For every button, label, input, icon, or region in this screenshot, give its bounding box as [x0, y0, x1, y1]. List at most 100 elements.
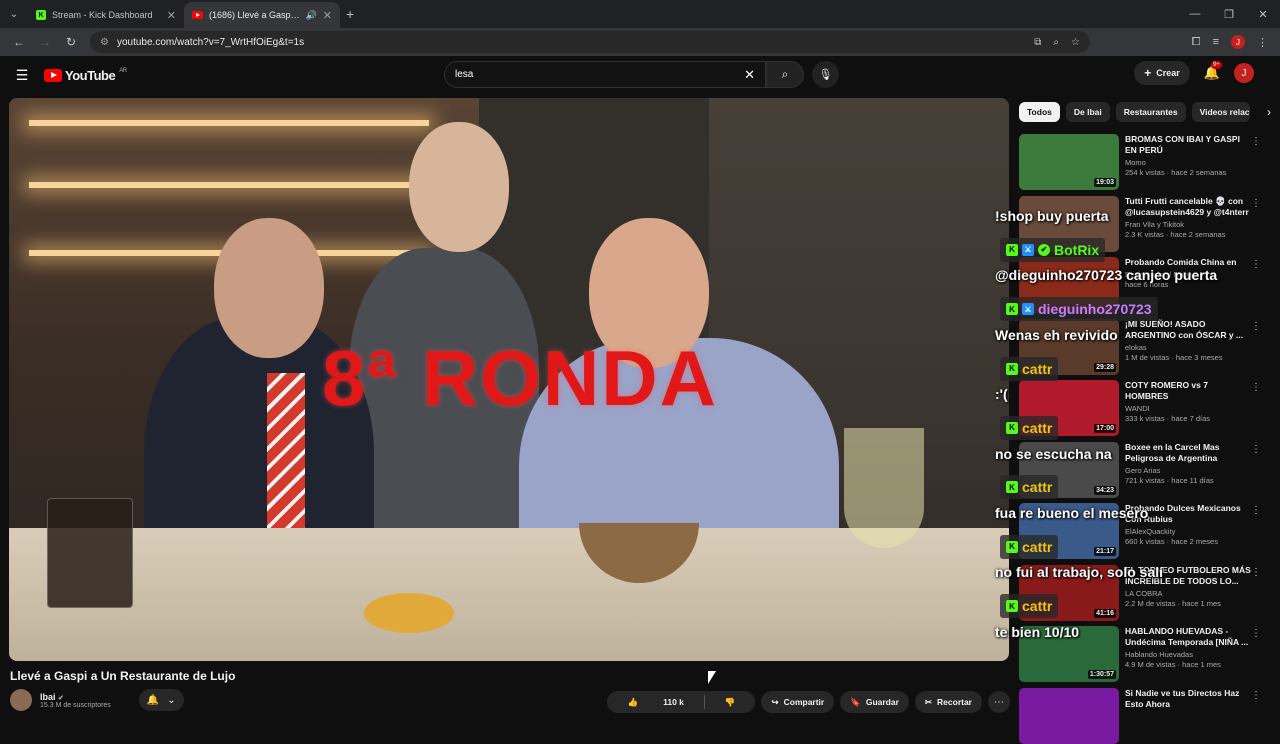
recommended-channel[interactable]: elokas — [1125, 343, 1253, 352]
more-options-icon[interactable]: ⋮ — [1251, 505, 1261, 516]
extensions-icon[interactable]: ⧠ — [1192, 36, 1201, 49]
recommended-channel[interactable]: Gero Arias — [1125, 466, 1253, 475]
close-tab-icon[interactable]: ✕ — [323, 9, 332, 22]
reload-icon[interactable]: ↻ — [58, 29, 84, 55]
recommended-channel[interactable]: Fran Vila y Tikitok — [1125, 220, 1253, 229]
subscribed-bell-button[interactable]: 🔔 ⌄ — [138, 689, 184, 711]
tab-search-icon[interactable]: ⌄ — [0, 0, 28, 28]
chip-de-ibai[interactable]: De Ibai — [1065, 102, 1110, 122]
back-icon[interactable]: ← — [6, 29, 32, 55]
more-options-icon[interactable]: ⋮ — [1251, 628, 1261, 639]
chat-username: K ⚔ ✔ BotRix — [1000, 237, 1106, 262]
channel-avatar[interactable] — [10, 689, 32, 711]
restore-icon[interactable]: ❐ — [1212, 0, 1246, 28]
close-window-icon[interactable]: ✕ — [1246, 0, 1280, 28]
recommended-title[interactable]: Si Nadie ve tus Directos Haz Esto Ahora — [1125, 688, 1253, 710]
chip-restaurantes[interactable]: Restaurantes — [1115, 102, 1186, 122]
share-button[interactable]: ↪ Compartir — [761, 691, 835, 713]
recommended-title[interactable]: ¡MI SUEÑO! ASADO ARGENTINO con ÓSCAR y .… — [1125, 319, 1253, 341]
more-options-icon[interactable]: ⋮ — [1251, 198, 1261, 209]
recommended-channel[interactable]: LA COBRA — [1125, 589, 1253, 598]
channel-name[interactable]: Ibai ✔ — [40, 692, 111, 702]
recommended-views: 333 k vistas · hace 7 días — [1125, 414, 1211, 423]
chat-username-text: BotRix — [1054, 241, 1100, 258]
recommended-title[interactable]: Boxee en la Carcel Mas Peligrosa de Arge… — [1125, 442, 1253, 464]
more-options-icon[interactable]: ⋮ — [1251, 690, 1261, 701]
tab-youtube-video[interactable]: (1686) Llevé a Gaspi a Un Restaurante de… — [184, 2, 340, 28]
like-button[interactable]: 👍 110 k — [607, 697, 703, 708]
video-duration: 21:17 — [1094, 547, 1116, 556]
install-app-icon[interactable]: ⧉ — [1034, 37, 1041, 48]
thumbs-up-icon: 👍 — [627, 696, 639, 707]
more-options-icon[interactable]: ⋮ — [1251, 136, 1261, 147]
account-avatar[interactable]: J — [1234, 63, 1254, 83]
video-player[interactable]: 8ª RONDA — [9, 98, 1009, 661]
channel-name-text: Ibai — [40, 691, 56, 702]
zoom-icon[interactable]: ⌕ — [1053, 37, 1059, 48]
kick-favicon-icon: K — [36, 10, 46, 20]
bell-icon: 🔔 — [146, 694, 160, 706]
recommended-channel[interactable]: ElAlexQuackity — [1125, 527, 1253, 536]
recommended-channel[interactable]: Hablando Huevadas — [1125, 650, 1253, 659]
recommended-video[interactable]: Si Nadie ve tus Directos Haz Esto Ahora ⋮ — [1019, 687, 1271, 744]
recommended-views: 2.2 M de vistas · hace 1 mes — [1125, 598, 1221, 608]
create-button[interactable]: + Crear — [1134, 61, 1190, 85]
bookmark-star-icon[interactable]: ☆ — [1071, 37, 1080, 48]
browser-profile-avatar[interactable]: J — [1231, 35, 1245, 49]
video-thumbnail[interactable]: 19:03 — [1019, 134, 1119, 190]
omnibox[interactable]: ⚙ youtube.com/watch?v=7_WrtHfOiEg&t=1s ⧉… — [90, 31, 1090, 53]
more-options-icon[interactable]: ⋮ — [1251, 259, 1261, 270]
recommended-title[interactable]: COTY ROMERO vs 7 HOMBRES — [1125, 380, 1253, 402]
recommended-title[interactable]: HABLANDO HUEVADAS - Undécima Temporada [… — [1125, 626, 1253, 648]
site-info-icon[interactable]: ⚙ — [100, 37, 109, 48]
recommended-channel[interactable]: Momo — [1125, 158, 1253, 167]
menu-icon[interactable]: ☰ — [0, 67, 44, 84]
video-thumbnail[interactable] — [1019, 687, 1119, 744]
clip-button[interactable]: ✂ Recortar — [914, 691, 982, 713]
forward-icon[interactable]: → — [32, 29, 58, 55]
recommended-title[interactable]: BROMAS CON IBAI Y GASPI EN PERÚ — [1125, 134, 1253, 156]
search-input[interactable] — [455, 69, 745, 80]
reading-list-icon[interactable]: ≡ — [1213, 36, 1219, 48]
clear-search-icon[interactable]: ✕ — [744, 67, 755, 83]
mouse-cursor — [708, 671, 716, 684]
minimize-icon[interactable]: — — [1178, 0, 1212, 28]
chip-todos[interactable]: Todos — [1019, 102, 1060, 122]
audio-playing-icon[interactable]: 🔊 — [306, 10, 317, 21]
channel-row: Ibai ✔ 15.3 M de suscriptores 🔔 ⌄ — [10, 689, 184, 711]
recommended-views: 721 k vistas · hace 11 días — [1125, 475, 1214, 485]
more-options-icon[interactable]: ⋮ — [1251, 444, 1261, 455]
recommended-video[interactable]: 19:03 BROMAS CON IBAI Y GASPI EN PERÚ Momo… — [1019, 134, 1271, 190]
youtube-header: ☰ YouTube AR ✕ ⌕ 🎙 + Crear 🔔 9+ J — [0, 56, 1280, 94]
chat-username-text: cattr — [1022, 479, 1053, 496]
new-tab-icon[interactable]: + — [346, 6, 354, 22]
search-box[interactable]: ✕ — [444, 61, 766, 88]
tab-kick-dashboard[interactable]: K Stream - Kick Dashboard ✕ — [28, 2, 184, 28]
more-options-icon[interactable]: ⋮ — [1251, 382, 1261, 393]
window-controls: — ❐ ✕ — [1178, 0, 1280, 28]
browser-menu-icon[interactable]: ⋮ — [1257, 36, 1268, 49]
verified-icon: ✔ — [58, 694, 64, 702]
browser-tab-bar: ⌄ K Stream - Kick Dashboard ✕ (1686) Lle… — [0, 0, 1280, 28]
chevron-right-icon[interactable]: › — [1267, 105, 1271, 119]
kick-badge-icon: K — [1006, 421, 1018, 434]
more-options-icon[interactable]: ⋮ — [1251, 567, 1261, 578]
search-button[interactable]: ⌕ — [766, 61, 804, 88]
save-button[interactable]: 🔖 Guardar — [840, 691, 909, 713]
chip-videos-relacionados[interactable]: Videos relac — [1191, 102, 1250, 122]
video-duration: 17:00 — [1094, 424, 1116, 433]
bookmark-icon: 🔖 — [850, 696, 861, 707]
recommended-title[interactable]: Tutti Frutti cancelable 💀 con @lucasupst… — [1125, 196, 1253, 218]
recommended-channel[interactable]: WANDI — [1125, 404, 1253, 413]
dislike-button[interactable]: 👎 — [705, 697, 756, 708]
kick-badge-icon: K — [1006, 600, 1018, 613]
notifications-button[interactable]: 🔔 9+ — [1204, 61, 1222, 81]
region-code: AR — [119, 67, 127, 74]
kick-badge-icon: K — [1006, 303, 1018, 316]
youtube-logo[interactable]: YouTube AR — [44, 68, 127, 83]
share-label: Compartir — [783, 697, 825, 707]
more-actions-icon[interactable]: ⋯ — [988, 691, 1010, 713]
close-tab-icon[interactable]: ✕ — [167, 9, 176, 22]
more-options-icon[interactable]: ⋮ — [1251, 321, 1261, 332]
voice-search-button[interactable]: 🎙 — [812, 61, 839, 88]
